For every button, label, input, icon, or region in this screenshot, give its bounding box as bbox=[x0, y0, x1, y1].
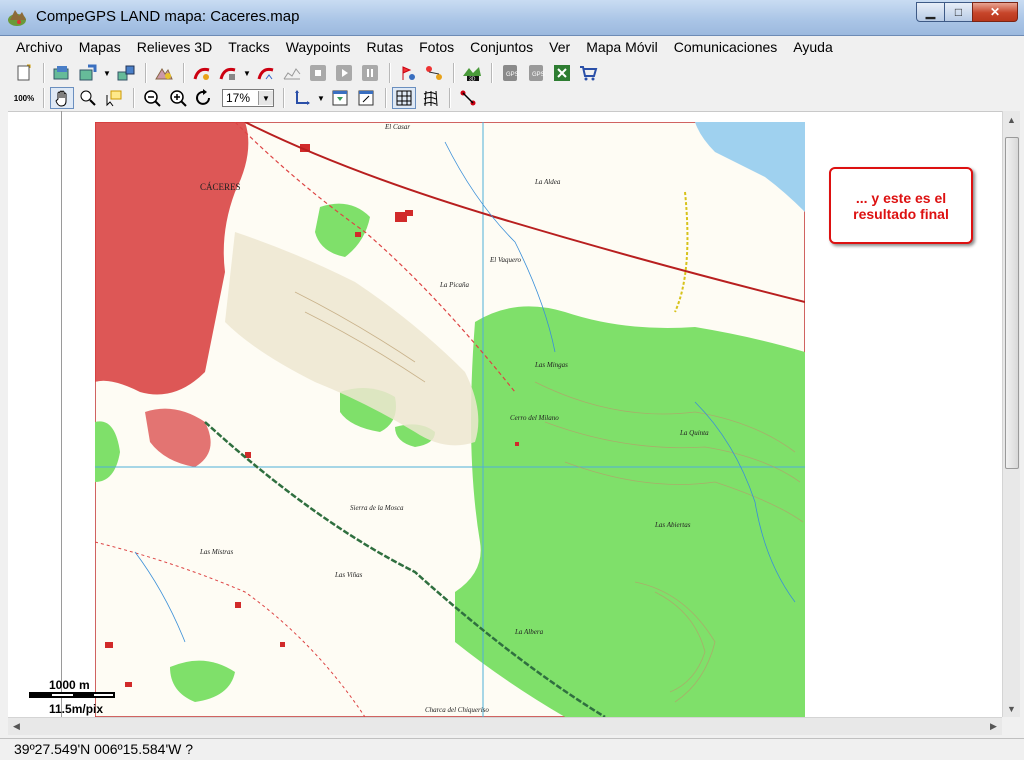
scroll-right-icon[interactable]: ▶ bbox=[985, 718, 1002, 735]
map-label: Las Abiertas bbox=[654, 521, 691, 529]
map-label: CÁCERES bbox=[200, 182, 241, 192]
vertical-scrollbar[interactable]: ▲ ▼ bbox=[1002, 111, 1020, 717]
zoom-select[interactable]: 17% ▼ bbox=[222, 89, 274, 107]
menu-fotos[interactable]: Fotos bbox=[411, 39, 462, 55]
menu-rutas[interactable]: Rutas bbox=[359, 39, 412, 55]
conjunto-3d-icon[interactable]: 3D bbox=[460, 62, 484, 84]
pause-icon[interactable] bbox=[358, 62, 382, 84]
title-bar: CompeGPS LAND mapa: Caceres.map ▁ □ ✕ bbox=[0, 0, 1024, 36]
track-profile-icon[interactable] bbox=[254, 62, 278, 84]
scale-distance: 1000 m bbox=[49, 678, 90, 692]
relief-3d-icon[interactable] bbox=[152, 62, 176, 84]
forest-area bbox=[455, 306, 805, 717]
zoom-out-icon[interactable] bbox=[140, 87, 164, 109]
stop-icon[interactable] bbox=[306, 62, 330, 84]
map-tools-icon[interactable] bbox=[76, 62, 100, 84]
menu-bar: Archivo Mapas Relieves 3D Tracks Waypoin… bbox=[0, 36, 1024, 58]
chevron-down-icon[interactable]: ▼ bbox=[258, 91, 273, 105]
cursor-coordinates: 39º27.549'N 006º15.584'W ? bbox=[14, 741, 194, 757]
status-bar: 39º27.549'N 006º15.584'W ? bbox=[0, 738, 1024, 760]
map-label: Las Viñas bbox=[334, 571, 363, 579]
track-icon[interactable] bbox=[190, 62, 214, 84]
zoom-in-icon[interactable] bbox=[166, 87, 190, 109]
horizontal-scrollbar[interactable]: ◀ ▶ bbox=[8, 717, 1002, 735]
topographic-map[interactable]: CÁCERES El Casar La Aldea El Vaquero La … bbox=[95, 122, 805, 717]
excel-export-icon[interactable] bbox=[550, 62, 574, 84]
toolbar-separator bbox=[43, 63, 45, 83]
map-link-icon[interactable] bbox=[114, 62, 138, 84]
menu-archivo[interactable]: Archivo bbox=[8, 39, 71, 55]
main-toolbar: ▼ ▼ 3D GPS GPS bbox=[0, 60, 1024, 86]
menu-tracks[interactable]: Tracks bbox=[220, 39, 277, 55]
menu-conjuntos[interactable]: Conjuntos bbox=[462, 39, 541, 55]
measure-distance-icon[interactable] bbox=[456, 87, 480, 109]
map-label: El Casar bbox=[384, 123, 410, 131]
chevron-down-icon[interactable]: ▼ bbox=[242, 69, 252, 78]
map-label: Sierra de la Mosca bbox=[350, 504, 404, 512]
svg-text:3D: 3D bbox=[469, 77, 476, 83]
play-icon[interactable] bbox=[332, 62, 356, 84]
map-scale: 1000 m 11.5m/pix bbox=[27, 678, 117, 716]
menu-relieves-3d[interactable]: Relieves 3D bbox=[129, 39, 220, 55]
rotate-icon[interactable] bbox=[192, 87, 216, 109]
map-label: El Vaquero bbox=[489, 256, 522, 264]
map-label: La Picaña bbox=[439, 281, 469, 289]
menu-waypoints[interactable]: Waypoints bbox=[278, 39, 359, 55]
scroll-thumb[interactable] bbox=[1005, 137, 1019, 469]
window-title: CompeGPS LAND mapa: Caceres.map bbox=[36, 8, 300, 25]
close-button[interactable]: ✕ bbox=[972, 2, 1018, 22]
geo-grid-icon[interactable] bbox=[418, 87, 442, 109]
annotation-callout: ... y este es el resultado final bbox=[829, 167, 973, 244]
chevron-down-icon[interactable]: ▼ bbox=[316, 94, 326, 103]
map-label: Las Mingas bbox=[534, 361, 568, 369]
map-label: Las Mistras bbox=[199, 548, 234, 556]
shop-cart-icon[interactable] bbox=[576, 62, 600, 84]
chevron-down-icon[interactable]: ▼ bbox=[102, 69, 112, 78]
map-label: La Aldea bbox=[534, 178, 561, 186]
map-label: La Quinta bbox=[679, 429, 709, 437]
maximize-button[interactable]: □ bbox=[944, 2, 973, 22]
view-toolbar: 100% 17% ▼ ▼ bbox=[0, 85, 1024, 111]
open-map-icon[interactable] bbox=[50, 62, 74, 84]
gps-download-icon[interactable]: GPS bbox=[498, 62, 522, 84]
svg-text:GPS: GPS bbox=[506, 72, 519, 78]
new-document-icon[interactable] bbox=[12, 62, 36, 84]
select-arrow-icon[interactable] bbox=[102, 87, 126, 109]
fit-map-icon[interactable] bbox=[290, 87, 314, 109]
zoom-100-button[interactable]: 100% bbox=[12, 87, 36, 109]
gps-upload-icon[interactable]: GPS bbox=[524, 62, 548, 84]
menu-mapa-movil[interactable]: Mapa Móvil bbox=[578, 39, 666, 55]
scroll-left-icon[interactable]: ◀ bbox=[8, 718, 25, 735]
menu-ayuda[interactable]: Ayuda bbox=[785, 39, 840, 55]
scale-bar bbox=[29, 692, 115, 698]
scroll-down-icon[interactable]: ▼ bbox=[1003, 700, 1020, 717]
grid-icon[interactable] bbox=[392, 87, 416, 109]
scale-resolution: 11.5m/pix bbox=[49, 702, 104, 716]
svg-text:GPS: GPS bbox=[532, 72, 545, 78]
scroll-up-icon[interactable]: ▲ bbox=[1003, 111, 1020, 128]
window-restore-icon[interactable] bbox=[354, 87, 378, 109]
map-window-icon[interactable] bbox=[328, 87, 352, 109]
map-label: Charca del Chiqueriso bbox=[425, 706, 489, 714]
app-icon bbox=[8, 10, 26, 26]
menu-ver[interactable]: Ver bbox=[541, 39, 578, 55]
track-edit-icon[interactable] bbox=[216, 62, 240, 84]
menu-comunicaciones[interactable]: Comunicaciones bbox=[666, 39, 786, 55]
map-label: La Albera bbox=[514, 628, 544, 636]
minimize-button[interactable]: ▁ bbox=[916, 2, 945, 22]
altitude-chart-icon[interactable] bbox=[280, 62, 304, 84]
left-ruler bbox=[61, 111, 62, 717]
hand-pan-icon[interactable] bbox=[50, 87, 74, 109]
zoom-window-icon[interactable] bbox=[76, 87, 100, 109]
menu-mapas[interactable]: Mapas bbox=[71, 39, 129, 55]
map-label: Cerro del Milano bbox=[510, 414, 559, 422]
waypoint-icon[interactable] bbox=[396, 62, 420, 84]
route-icon[interactable] bbox=[422, 62, 446, 84]
